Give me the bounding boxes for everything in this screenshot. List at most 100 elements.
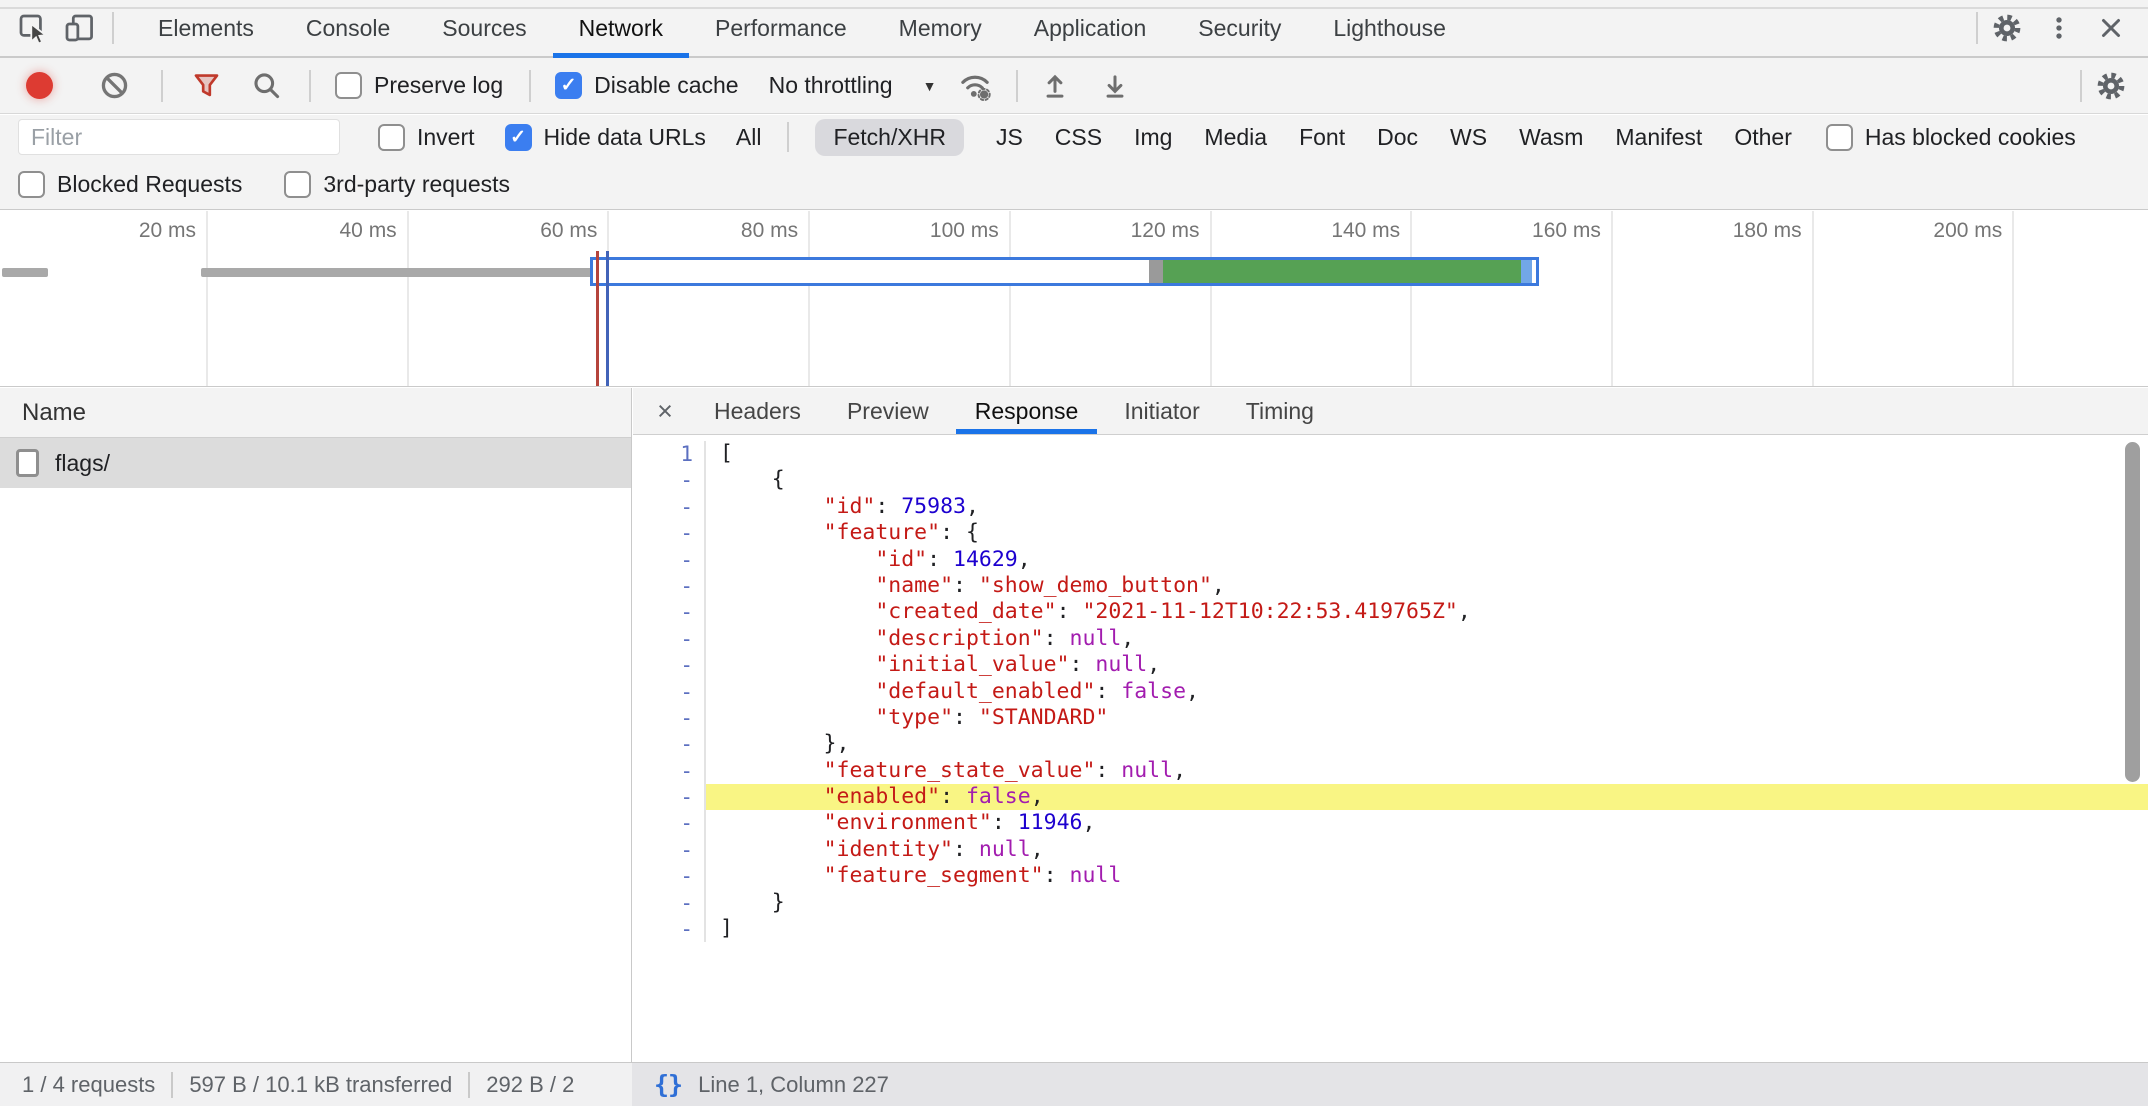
blocked-requests-checkbox[interactable]	[18, 171, 45, 198]
filter-type-ws[interactable]: WS	[1450, 124, 1487, 151]
code-token: ]	[720, 916, 733, 941]
filter-type-doc[interactable]: Doc	[1377, 124, 1418, 151]
code-token: null	[1070, 626, 1122, 651]
response-code-viewer[interactable]: 1[- {- "id": 75983,- "feature": {- "id":…	[633, 436, 2148, 1062]
main-tab-application[interactable]: Application	[1008, 0, 1173, 56]
hide-data-urls-label: Hide data URLs	[544, 124, 706, 151]
detail-tab-initiator[interactable]: Initiator	[1101, 388, 1222, 434]
throttling-select[interactable]: No throttling ▼	[769, 72, 937, 99]
hide-data-urls-checkbox[interactable]: ✓	[505, 124, 532, 151]
detail-tab-preview[interactable]: Preview	[824, 388, 952, 434]
line-number-gutter: -	[633, 652, 706, 678]
requests-name-column-header[interactable]: Name	[0, 388, 631, 438]
inspect-element-icon[interactable]	[10, 5, 56, 51]
timeline-tick-label: 100 ms	[889, 219, 999, 243]
main-tab-security[interactable]: Security	[1172, 0, 1307, 56]
code-token: "STANDARD"	[979, 705, 1108, 730]
network-overview-timeline[interactable]: 20 ms40 ms60 ms80 ms100 ms120 ms140 ms16…	[0, 211, 2148, 387]
close-detail-icon[interactable]: ×	[639, 388, 691, 434]
code-line-content: "initial_value": null,	[706, 652, 2148, 678]
code-token: ,	[1031, 837, 1044, 862]
code-token: 11946	[1018, 810, 1083, 835]
filter-type-js[interactable]: JS	[996, 124, 1023, 151]
timeline-tick-label: 200 ms	[1892, 219, 2002, 243]
main-tab-memory[interactable]: Memory	[873, 0, 1008, 56]
timeline-gridline	[407, 211, 409, 386]
settings-gear-icon[interactable]	[1984, 5, 2030, 51]
line-number-gutter: -	[633, 758, 706, 784]
code-line-content: }	[706, 890, 2148, 916]
code-token	[720, 652, 875, 677]
third-party-requests-checkbox[interactable]	[284, 171, 311, 198]
code-line-content: "id": 75983,	[706, 494, 2148, 520]
status-divider	[468, 1072, 470, 1098]
code-token: "identity"	[824, 837, 953, 862]
network-summary-bar: 1 / 4 requests 597 B / 10.1 kB transferr…	[0, 1062, 632, 1106]
code-token: ,	[966, 494, 979, 519]
record-network-log-button[interactable]	[26, 72, 53, 99]
code-token: false	[1121, 679, 1186, 704]
more-options-kebab-icon[interactable]	[2036, 5, 2082, 51]
main-tab-console[interactable]: Console	[280, 0, 416, 56]
disable-cache-checkbox[interactable]: ✓	[555, 72, 582, 99]
timeline-gridline	[2012, 211, 2014, 386]
selected-request-waterfall-bar[interactable]	[590, 257, 1539, 286]
main-tab-network[interactable]: Network	[553, 0, 689, 56]
code-token: "feature_state_value"	[824, 758, 1096, 783]
waterfall-segment	[1163, 260, 1521, 283]
main-tab-lighthouse[interactable]: Lighthouse	[1307, 0, 1472, 56]
preserve-log-checkbox[interactable]	[335, 72, 362, 99]
detail-tabs-list: HeadersPreviewResponseInitiatorTiming	[691, 388, 1337, 434]
filter-funnel-icon[interactable]	[183, 63, 229, 109]
detail-tab-response[interactable]: Response	[952, 388, 1102, 434]
filter-type-fetch-xhr[interactable]: Fetch/XHR	[815, 119, 963, 156]
code-token	[720, 863, 824, 888]
filter-type-media[interactable]: Media	[1204, 124, 1267, 151]
code-line-content: ]	[706, 916, 2148, 942]
code-line-content: "environment": 11946,	[706, 810, 2148, 836]
close-devtools-icon[interactable]	[2088, 5, 2134, 51]
filter-type-other[interactable]: Other	[1734, 124, 1792, 151]
line-number-gutter: -	[633, 547, 706, 573]
filter-type-img[interactable]: Img	[1134, 124, 1172, 151]
main-tab-elements[interactable]: Elements	[132, 0, 280, 56]
line-number-gutter: -	[633, 837, 706, 863]
vertical-scrollbar[interactable]	[2125, 442, 2140, 782]
request-waterfall-bar[interactable]	[2, 268, 48, 277]
code-line: 1[	[633, 441, 2148, 467]
filter-type-css[interactable]: CSS	[1055, 124, 1102, 151]
filter-type-manifest[interactable]: Manifest	[1615, 124, 1702, 151]
code-token: :	[927, 547, 953, 572]
main-tab-performance[interactable]: Performance	[689, 0, 873, 56]
search-icon[interactable]	[243, 63, 289, 109]
code-token: null	[1121, 758, 1173, 783]
requests-count: 1 / 4 requests	[22, 1072, 155, 1098]
code-line: - "type": "STANDARD"	[633, 705, 2148, 731]
device-toolbar-icon[interactable]	[56, 5, 102, 51]
code-token: "2021-11-12T10:22:53.419765Z"	[1082, 599, 1457, 624]
filter-type-font[interactable]: Font	[1299, 124, 1345, 151]
main-tab-sources[interactable]: Sources	[416, 0, 552, 56]
request-row-flags[interactable]: flags/	[0, 438, 631, 488]
detail-tab-timing[interactable]: Timing	[1223, 388, 1337, 434]
code-line: - "initial_value": null,	[633, 652, 2148, 678]
import-har-icon[interactable]	[1032, 63, 1078, 109]
code-token: null	[979, 837, 1031, 862]
clear-network-log-icon[interactable]	[91, 63, 137, 109]
code-token: "feature_segment"	[824, 863, 1044, 888]
invert-checkbox[interactable]	[378, 124, 405, 151]
pretty-print-braces-icon[interactable]: {}	[654, 1070, 682, 1099]
code-line: - "identity": null,	[633, 837, 2148, 863]
export-har-icon[interactable]	[1092, 63, 1138, 109]
network-settings-gear-icon[interactable]	[2088, 63, 2134, 109]
filter-input[interactable]	[18, 119, 340, 155]
detail-tab-headers[interactable]: Headers	[691, 388, 824, 434]
filter-type-wasm[interactable]: Wasm	[1519, 124, 1583, 151]
source-status-bar: {} Line 1, Column 227	[632, 1062, 2148, 1106]
code-line-content: "feature_segment": null	[706, 863, 2148, 889]
has-blocked-cookies-checkbox[interactable]	[1826, 124, 1853, 151]
code-line-content: "default_enabled": false,	[706, 679, 2148, 705]
filter-type-all[interactable]: All	[736, 124, 762, 151]
line-number-gutter: -	[633, 863, 706, 889]
network-conditions-icon[interactable]	[952, 63, 998, 109]
